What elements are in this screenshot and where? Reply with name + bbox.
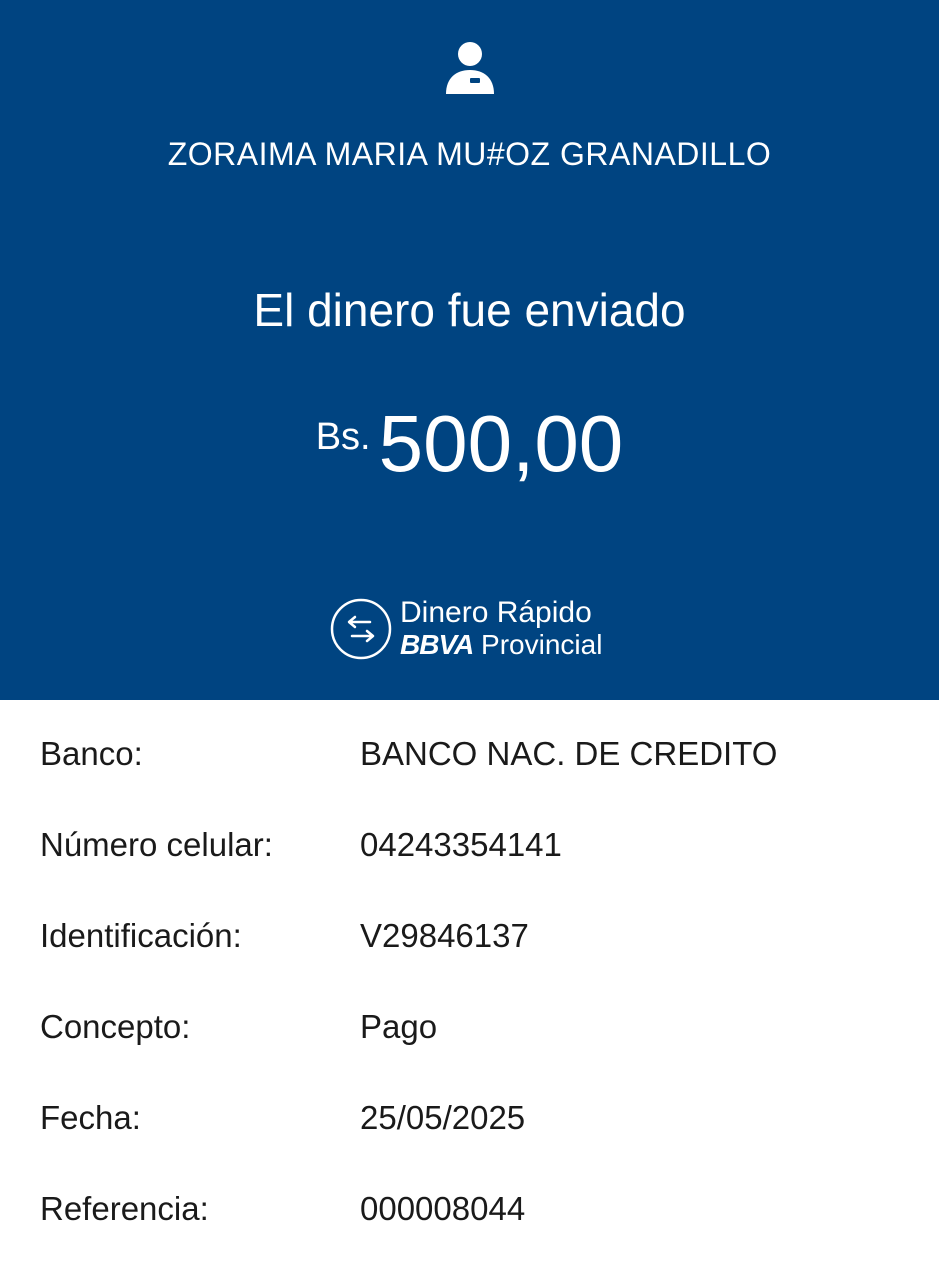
user-icon [446,42,494,94]
detail-value: 000008044 [360,1190,526,1227]
detail-row-referencia: Referencia: 000008044 [0,1179,939,1239]
detail-row-fecha: Fecha: 25/05/2025 [0,1088,939,1148]
detail-row-concepto: Concepto: Pago [0,997,939,1057]
detail-label: Identificación: [40,917,242,954]
detail-value: 25/05/2025 [360,1099,526,1136]
detail-row-identificacion: Identificación: V29846137 [0,906,939,966]
recipient-name: ZORAIMA MARIA MU#OZ GRANADILLO [167,136,772,172]
detail-label: Referencia: [40,1190,209,1227]
brand-product-name: Dinero Rápido [400,596,592,629]
detail-label: Concepto: [40,1008,191,1045]
detail-value: Pago [360,1008,438,1045]
brand-provincial: Provincial [481,629,603,660]
detail-label: Fecha: [40,1099,141,1136]
detail-label: Número celular: [40,826,273,863]
brand-logo: Dinero Rápido BBVA Provincial [330,596,620,666]
amount-value: 500,00 [378,399,624,488]
detail-row-numero-celular: Número celular: 04243354141 [0,815,939,875]
brand-bbva: BBVA [400,629,474,660]
detail-value: BANCO NAC. DE CREDITO [360,735,778,772]
amount-display: Bs. 500,00 [0,398,939,490]
receipt-header: ZORAIMA MARIA MU#OZ GRANADILLO El dinero… [0,0,939,700]
detail-row-banco: Banco: BANCO NAC. DE CREDITO [0,724,939,784]
detail-value: V29846137 [360,917,529,954]
status-title: El dinero fue enviado [253,284,686,336]
brand-bank-name: BBVA Provincial [400,628,602,662]
transfer-arrows-icon [330,598,392,660]
currency-symbol: Bs. [315,416,371,458]
detail-label: Banco: [40,735,143,772]
detail-value: 04243354141 [360,826,562,863]
transfer-details: Banco: BANCO NAC. DE CREDITO Número celu… [0,700,939,1280]
